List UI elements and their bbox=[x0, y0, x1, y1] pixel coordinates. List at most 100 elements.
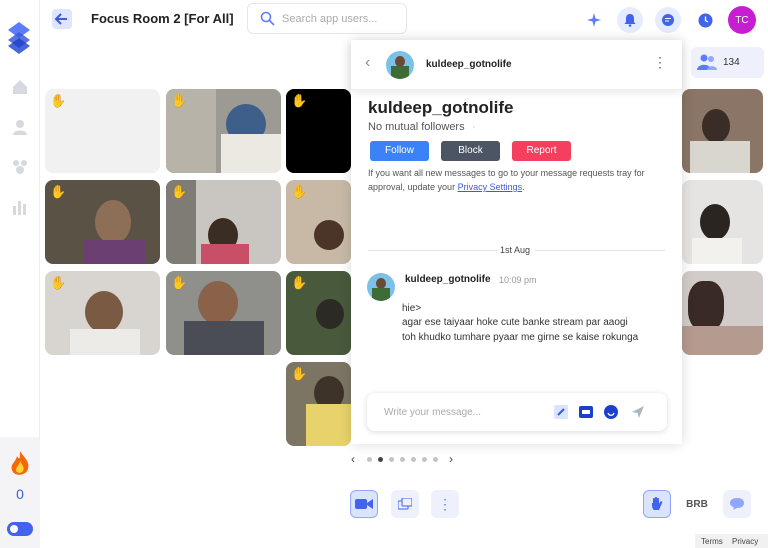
screen-share-button[interactable] bbox=[391, 490, 419, 518]
video-tile[interactable]: ✋ bbox=[45, 271, 160, 355]
raised-hand-icon: ✋ bbox=[291, 184, 308, 199]
message-composer: Write your message... bbox=[367, 393, 667, 431]
chat-bubble-icon bbox=[662, 14, 674, 26]
timer-button[interactable] bbox=[692, 7, 718, 33]
participants-button[interactable]: 134 bbox=[691, 47, 764, 78]
top-header: Focus Room 2 [For All] Search app users.… bbox=[40, 0, 768, 40]
profile-icon[interactable] bbox=[11, 118, 29, 136]
more-vertical-icon: ⋮ bbox=[438, 495, 452, 512]
raise-hand-button[interactable] bbox=[643, 490, 671, 518]
user-avatar[interactable]: TC bbox=[728, 6, 756, 34]
send-icon[interactable] bbox=[631, 405, 645, 419]
room-title: Focus Room 2 [For All] bbox=[91, 11, 234, 26]
participants-count: 134 bbox=[723, 57, 740, 68]
search-box[interactable]: Search app users... bbox=[247, 3, 407, 34]
privacy-notice: If you want all new messages to go to yo… bbox=[368, 166, 658, 194]
more-options-icon[interactable]: ⋮ bbox=[653, 54, 667, 71]
raised-hand-icon: ✋ bbox=[50, 184, 67, 199]
hand-icon bbox=[652, 496, 663, 510]
bell-icon bbox=[624, 14, 636, 27]
left-rail: 0 bbox=[0, 0, 40, 548]
report-button[interactable]: Report bbox=[512, 141, 571, 161]
chat-user-avatar[interactable] bbox=[386, 51, 414, 79]
arrow-left-icon bbox=[54, 13, 67, 25]
more-controls-button[interactable]: ⋮ bbox=[431, 490, 459, 518]
chat-username[interactable]: kuldeep_gotnolife bbox=[426, 59, 512, 70]
message-line: hie> bbox=[402, 303, 422, 314]
chat-icon bbox=[730, 498, 744, 510]
video-tile[interactable] bbox=[682, 89, 763, 173]
video-tile[interactable]: ✋ bbox=[166, 89, 281, 173]
pager-dot[interactable] bbox=[433, 457, 438, 462]
raised-hand-icon: ✋ bbox=[291, 93, 308, 108]
message-time: 10:09 pm bbox=[499, 275, 537, 285]
pager-dot[interactable] bbox=[367, 457, 372, 462]
date-divider bbox=[535, 250, 665, 251]
pager-dot-active[interactable] bbox=[378, 457, 383, 462]
pager-prev-icon[interactable]: ‹ bbox=[351, 452, 355, 466]
raised-hand-icon: ✋ bbox=[291, 275, 308, 290]
follow-button[interactable]: Follow bbox=[370, 141, 429, 161]
privacy-settings-link[interactable]: Privacy Settings bbox=[458, 182, 523, 192]
message-avatar[interactable] bbox=[367, 273, 395, 301]
ai-sparkle-button[interactable] bbox=[581, 7, 607, 33]
raised-hand-icon: ✋ bbox=[50, 93, 67, 108]
search-icon bbox=[260, 11, 275, 26]
video-tile[interactable]: ✋ bbox=[286, 180, 351, 264]
raised-hand-icon: ✋ bbox=[291, 366, 308, 381]
chat-toggle-button[interactable] bbox=[723, 490, 751, 518]
video-tile[interactable] bbox=[682, 180, 763, 264]
privacy-notice-end: . bbox=[522, 182, 525, 192]
message-input[interactable]: Write your message... bbox=[384, 407, 481, 418]
community-icon[interactable] bbox=[11, 158, 29, 176]
message-line: agar ese taiyaar hoke cute banke stream … bbox=[402, 317, 628, 328]
message-line: toh khudko tumhare pyaar me girne se kai… bbox=[402, 332, 639, 343]
video-tile[interactable]: ✋ bbox=[286, 271, 351, 355]
gif-icon[interactable] bbox=[579, 405, 593, 419]
back-button[interactable] bbox=[52, 9, 72, 29]
pager-next-icon[interactable]: › bbox=[449, 452, 453, 466]
video-tile[interactable] bbox=[682, 271, 763, 355]
notifications-button[interactable] bbox=[617, 7, 643, 33]
streak-count: 0 bbox=[16, 486, 24, 502]
chevron-left-icon[interactable]: ‹ bbox=[365, 54, 370, 72]
video-tile[interactable]: ✋ bbox=[166, 271, 281, 355]
stats-icon[interactable] bbox=[11, 198, 29, 216]
video-tile[interactable]: ✋ bbox=[45, 89, 160, 173]
video-tile[interactable]: ✋ bbox=[45, 180, 160, 264]
footer-links: Terms Privacy bbox=[695, 534, 768, 548]
theme-toggle[interactable] bbox=[7, 522, 33, 536]
attachment-icon[interactable] bbox=[554, 405, 568, 419]
flame-icon bbox=[11, 451, 29, 475]
video-camera-icon bbox=[355, 499, 373, 509]
chat-panel: ‹ kuldeep_gotnolife ⋮ kuldeep_gotnolife … bbox=[351, 40, 682, 444]
clock-icon bbox=[698, 13, 712, 27]
date-label: 1st Aug bbox=[500, 245, 531, 255]
app-logo-icon[interactable] bbox=[8, 22, 30, 54]
screen-share-icon bbox=[398, 498, 412, 510]
raised-hand-icon: ✋ bbox=[171, 184, 188, 199]
emoji-icon[interactable] bbox=[604, 405, 618, 419]
terms-link[interactable]: Terms bbox=[701, 537, 723, 546]
camera-button[interactable] bbox=[350, 490, 378, 518]
block-button[interactable]: Block bbox=[441, 141, 500, 161]
brb-button[interactable]: BRB bbox=[683, 490, 711, 518]
date-divider bbox=[368, 250, 498, 251]
video-tile[interactable]: ✋ bbox=[286, 362, 351, 446]
home-icon[interactable] bbox=[11, 78, 29, 96]
pager-dot[interactable] bbox=[422, 457, 427, 462]
search-input[interactable]: Search app users... bbox=[282, 13, 377, 25]
chat-header: ‹ kuldeep_gotnolife ⋮ bbox=[351, 40, 682, 90]
pager-dot[interactable] bbox=[389, 457, 394, 462]
video-tile[interactable]: ✋ bbox=[166, 180, 281, 264]
raised-hand-icon: ✋ bbox=[50, 275, 67, 290]
privacy-link[interactable]: Privacy bbox=[732, 537, 758, 546]
raised-hand-icon: ✋ bbox=[171, 275, 188, 290]
video-tile[interactable]: ✋ bbox=[286, 89, 351, 173]
profile-name: kuldeep_gotnolife bbox=[368, 98, 514, 117]
people-icon bbox=[697, 54, 717, 70]
messages-button[interactable] bbox=[655, 7, 681, 33]
message-username[interactable]: kuldeep_gotnolife bbox=[405, 274, 491, 285]
pager-dot[interactable] bbox=[411, 457, 416, 462]
pager-dot[interactable] bbox=[400, 457, 405, 462]
